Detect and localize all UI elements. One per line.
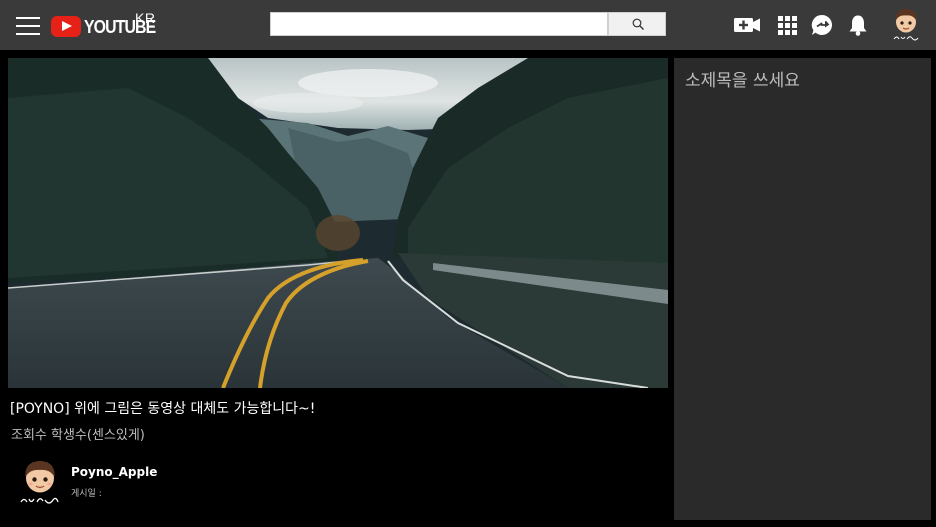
- channel-avatar[interactable]: [18, 458, 62, 510]
- sidebar-title: 소제목을 쓰세요: [685, 71, 800, 91]
- apps-grid-icon[interactable]: [776, 12, 802, 38]
- search-button[interactable]: [608, 12, 666, 36]
- messages-icon[interactable]: [810, 12, 836, 38]
- video-views: 조회수 학생수(센스있게): [11, 428, 145, 443]
- video-player[interactable]: [8, 58, 668, 388]
- notifications-bell-icon[interactable]: [846, 12, 872, 38]
- video-title: [POYNO] 위에 그림은 동영상 대체도 가능합니다~!: [10, 401, 316, 417]
- sidebar: 소제목을 쓰세요: [674, 58, 931, 520]
- publish-date: 게시일 :: [71, 489, 102, 499]
- avatar[interactable]: [889, 6, 923, 44]
- youtube-logo-icon: [51, 15, 81, 37]
- video-camera-add-icon[interactable]: [734, 12, 760, 38]
- video-thumbnail: [8, 58, 668, 388]
- top-bar: YOUTUBE KR: [0, 0, 936, 50]
- search-icon: [632, 18, 644, 30]
- search-input[interactable]: [270, 12, 608, 36]
- channel-name[interactable]: Poyno_Apple: [71, 465, 157, 479]
- menu-icon[interactable]: [16, 16, 40, 36]
- logo-region: KR: [135, 10, 156, 26]
